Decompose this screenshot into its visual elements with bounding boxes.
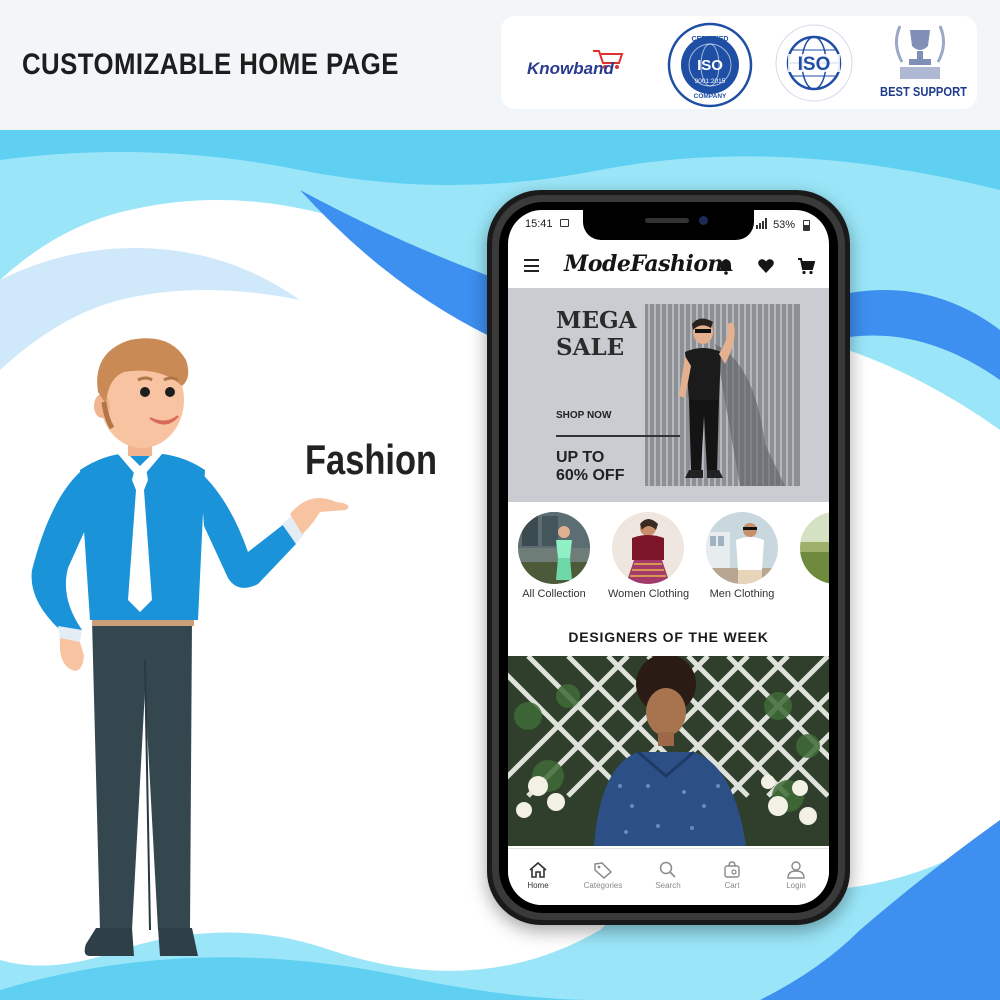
promo-banner[interactable]: MEGA SALE SHOP NOW UP TO 60% OFF xyxy=(508,288,829,502)
trophy-icon xyxy=(890,22,950,82)
app-logo[interactable]: ModeFashion xyxy=(564,251,723,277)
app-bar: ModeFashion xyxy=(508,248,829,288)
brand-name: Knowband xyxy=(527,59,614,78)
category-label: Men Clothing xyxy=(709,588,775,600)
designer-photo[interactable] xyxy=(508,656,829,846)
battery-percent: 53% xyxy=(773,219,796,231)
badge-bottom-text: COMPANY xyxy=(694,93,727,100)
tag-icon xyxy=(594,862,613,879)
nav-cart[interactable]: Cart xyxy=(702,861,762,890)
category-men-clothing[interactable]: Men Clothing xyxy=(702,512,782,600)
badge-iso-text: ISO xyxy=(798,54,831,75)
status-time: 15:41 xyxy=(525,218,553,230)
home-icon xyxy=(529,861,547,878)
banner-model-photo xyxy=(645,304,800,486)
nav-label: Categories xyxy=(583,881,623,890)
iso-organization-badge: ISO xyxy=(770,22,858,104)
nav-label: Search xyxy=(655,881,681,890)
page-title: CUSTOMIZABLE HOME PAGE xyxy=(22,48,399,81)
category-label: Women Clothing xyxy=(608,588,690,600)
nav-login[interactable]: Login xyxy=(766,861,826,890)
banner-divider xyxy=(556,435,680,437)
nav-label: Login xyxy=(786,881,806,890)
category-image xyxy=(800,512,829,584)
status-signal: 53% xyxy=(756,218,795,231)
search-icon xyxy=(659,861,676,878)
knowband-logo: Knowband xyxy=(527,45,637,85)
category-image xyxy=(612,512,684,584)
app-screen: 15:41 53% ModeFashion MEGA SALE SHOP NOW… xyxy=(508,210,829,905)
section-title: DESIGNERS OF THE WEEK xyxy=(568,629,769,645)
nav-search[interactable]: Search xyxy=(638,861,698,890)
cart-icon xyxy=(724,861,740,878)
category-women-clothing[interactable]: Women Clothing xyxy=(608,512,690,600)
banner-offer: UP TO 60% OFF xyxy=(556,449,625,484)
shop-now-link[interactable]: SHOP NOW xyxy=(556,410,611,421)
heart-icon[interactable] xyxy=(757,257,775,275)
menu-icon[interactable] xyxy=(524,259,539,272)
businessman-illustration xyxy=(31,338,349,956)
caption-label: Fashion xyxy=(305,436,438,483)
badge-top-text: CERTIFIED xyxy=(692,36,729,43)
banner-title: MEGA SALE xyxy=(556,307,637,361)
phone-notch xyxy=(583,210,754,240)
nav-categories[interactable]: Categories xyxy=(573,861,633,890)
user-icon xyxy=(787,861,805,879)
category-image xyxy=(518,512,590,584)
iso-certified-badge: CERTIFIED ISO 9001:2015 COMPANY xyxy=(667,22,753,108)
bell-icon[interactable] xyxy=(717,257,735,275)
nav-home[interactable]: Home xyxy=(508,861,568,890)
badge-iso-text: ISO xyxy=(697,57,723,74)
front-camera-icon xyxy=(699,216,708,225)
nav-label: Cart xyxy=(724,881,740,890)
badge-code-text: 9001:2015 xyxy=(695,78,726,85)
cart-icon[interactable] xyxy=(797,257,815,275)
category-more[interactable] xyxy=(796,512,829,584)
signal-icon xyxy=(756,218,767,229)
category-image xyxy=(706,512,778,584)
bottom-navigation: Home Categories Search Cart Login xyxy=(508,848,829,905)
category-all-collection[interactable]: All Collection xyxy=(514,512,594,600)
battery-icon xyxy=(803,220,810,231)
category-carousel[interactable]: All Collection Women Clothing Men Clothi… xyxy=(508,502,829,614)
best-support-label: BEST SUPPORT xyxy=(880,84,967,99)
nav-label: Home xyxy=(527,881,549,890)
gallery-notification-icon xyxy=(560,219,569,227)
category-label: All Collection xyxy=(522,588,586,600)
